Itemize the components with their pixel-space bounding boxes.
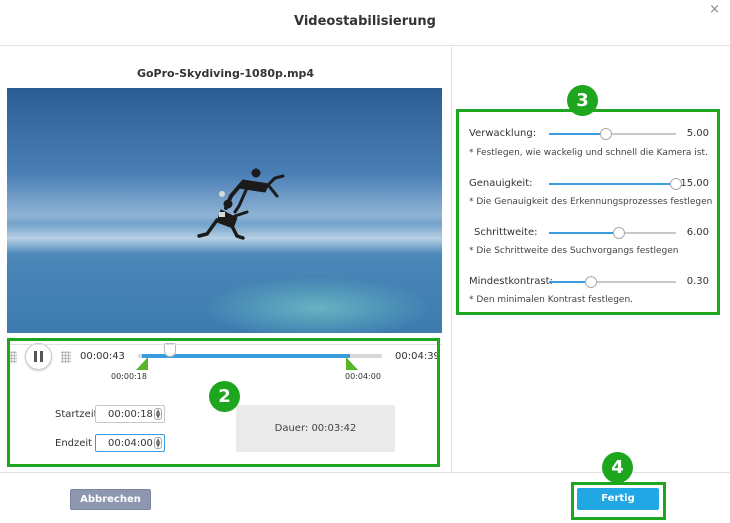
- title-bar: Videostabilisierung ×: [0, 0, 730, 46]
- dialog-title: Videostabilisierung: [294, 14, 436, 29]
- annotation-badge-trim: 2: [209, 381, 240, 412]
- annotation-box-done: [571, 482, 666, 520]
- close-icon[interactable]: ×: [709, 2, 720, 17]
- annotation-box-settings: [456, 109, 720, 315]
- video-filename: GoPro-Skydiving-1080p.mp4: [136, 67, 315, 80]
- annotation-badge-done: 4: [602, 452, 633, 483]
- annotation-badge-settings: 3: [567, 85, 598, 116]
- video-preview: [7, 88, 442, 333]
- cancel-button[interactable]: Abbrechen: [70, 489, 151, 510]
- skydivers-image: [197, 168, 285, 240]
